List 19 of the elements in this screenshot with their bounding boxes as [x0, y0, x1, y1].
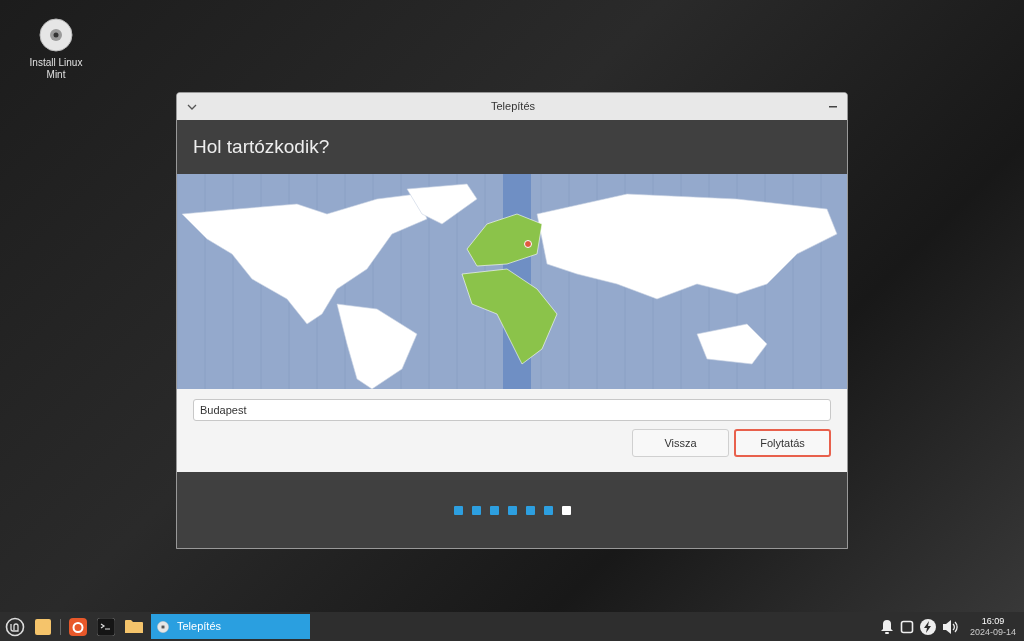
terminal-icon[interactable]: [95, 615, 117, 638]
bell-icon[interactable]: [879, 618, 894, 635]
continue-button[interactable]: Folytatás: [734, 429, 831, 457]
back-button[interactable]: Vissza: [632, 429, 729, 457]
chevron-down-icon[interactable]: [187, 103, 197, 110]
disc-icon: [39, 18, 73, 52]
menu-icon[interactable]: [4, 615, 26, 638]
clock-time[interactable]: 16:09: [981, 615, 1005, 627]
desktop-icon-label[interactable]: Install Linux Mint: [20, 57, 92, 81]
clock-date[interactable]: 2024-09-14: [969, 626, 1016, 638]
location-field[interactable]: Budapest: [193, 399, 831, 421]
minimize-icon[interactable]: [829, 105, 837, 108]
browser-icon[interactable]: [67, 615, 89, 638]
volume-icon[interactable]: [941, 618, 960, 635]
disc-icon: [157, 620, 169, 633]
window-title: Telepítés: [490, 99, 536, 115]
page-heading: Hol tartózkodik?: [193, 134, 330, 159]
lightning-icon[interactable]: [919, 618, 936, 635]
window-icon[interactable]: [899, 619, 914, 634]
